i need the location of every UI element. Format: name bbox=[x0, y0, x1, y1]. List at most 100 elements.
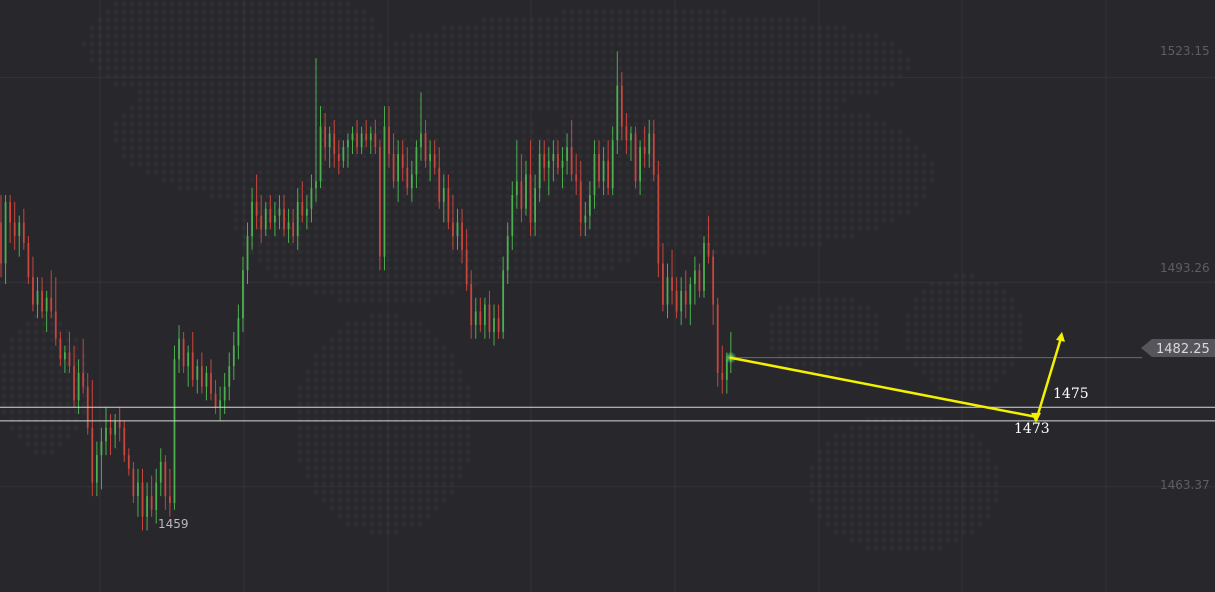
map-dot bbox=[977, 513, 983, 519]
map-dot bbox=[825, 489, 831, 495]
candle bbox=[378, 140, 381, 271]
map-dot bbox=[681, 185, 687, 191]
map-dot bbox=[1001, 329, 1007, 335]
candle-body bbox=[689, 284, 692, 305]
map-dot bbox=[913, 457, 919, 463]
map-dot bbox=[273, 169, 279, 175]
map-dot bbox=[745, 177, 751, 183]
map-dot bbox=[849, 49, 855, 55]
map-dot bbox=[345, 9, 351, 15]
arrowhead-up bbox=[1056, 331, 1065, 342]
map-dot bbox=[409, 393, 415, 399]
map-dot bbox=[897, 489, 903, 495]
map-dot bbox=[745, 89, 751, 95]
map-dot bbox=[249, 57, 255, 63]
candle-body bbox=[721, 372, 724, 380]
map-dot bbox=[249, 17, 255, 23]
candle-body bbox=[114, 420, 117, 435]
map-dot bbox=[233, 81, 239, 87]
map-dot bbox=[425, 513, 431, 519]
map-dot bbox=[353, 217, 359, 223]
map-dot bbox=[633, 209, 639, 215]
map-dot bbox=[409, 273, 415, 279]
candle-body bbox=[228, 366, 231, 387]
map-dot bbox=[593, 233, 599, 239]
candle bbox=[173, 345, 176, 510]
candle bbox=[698, 263, 701, 298]
map-dot bbox=[441, 249, 447, 255]
map-dot bbox=[417, 209, 423, 215]
map-dot bbox=[225, 9, 231, 15]
map-dot bbox=[681, 177, 687, 183]
map-dot bbox=[889, 161, 895, 167]
price-chart[interactable]: 1523.15 1493.26 1463.37 1459 1475 1473 1… bbox=[0, 0, 1215, 592]
map-dot bbox=[753, 241, 759, 247]
map-dot bbox=[321, 153, 327, 159]
map-dot bbox=[873, 473, 879, 479]
map-dot bbox=[881, 169, 887, 175]
map-dot bbox=[513, 169, 519, 175]
map-dot bbox=[201, 105, 207, 111]
map-dot bbox=[817, 121, 823, 127]
map-dot bbox=[369, 25, 375, 31]
map-dot bbox=[393, 457, 399, 463]
map-dot bbox=[769, 185, 775, 191]
map-dot bbox=[881, 537, 887, 543]
map-dot bbox=[705, 49, 711, 55]
candle bbox=[150, 475, 153, 517]
map-dot bbox=[449, 257, 455, 263]
map-dot bbox=[601, 249, 607, 255]
map-dot bbox=[865, 425, 871, 431]
map-dot bbox=[361, 457, 367, 463]
map-dot bbox=[153, 65, 159, 71]
map-dot bbox=[969, 521, 975, 527]
map-dot bbox=[337, 41, 343, 47]
map-dot bbox=[321, 465, 327, 471]
map-dot bbox=[745, 25, 751, 31]
map-dot bbox=[929, 489, 935, 495]
map-dot bbox=[193, 89, 199, 95]
map-dot bbox=[329, 473, 335, 479]
map-dot bbox=[633, 113, 639, 119]
map-dot bbox=[169, 41, 175, 47]
map-dot bbox=[569, 9, 575, 15]
map-dot bbox=[409, 385, 415, 391]
map-dot bbox=[425, 329, 431, 335]
map-dot bbox=[257, 233, 263, 239]
map-dot bbox=[441, 33, 447, 39]
map-dot bbox=[361, 217, 367, 223]
candle-body bbox=[305, 208, 308, 216]
map-dot bbox=[577, 57, 583, 63]
map-dot bbox=[625, 81, 631, 87]
map-dot bbox=[345, 49, 351, 55]
map-dot bbox=[289, 49, 295, 55]
map-dot bbox=[537, 41, 543, 47]
map-dot bbox=[873, 121, 879, 127]
map-dot bbox=[769, 65, 775, 71]
map-dot bbox=[793, 177, 799, 183]
map-dot bbox=[153, 169, 159, 175]
map-dot bbox=[873, 201, 879, 207]
map-dot bbox=[369, 321, 375, 327]
map-dot bbox=[401, 169, 407, 175]
map-dot bbox=[937, 473, 943, 479]
map-dot bbox=[833, 217, 839, 223]
map-dot bbox=[905, 329, 911, 335]
map-dot bbox=[633, 249, 639, 255]
map-dot bbox=[273, 97, 279, 103]
map-dot bbox=[809, 129, 815, 135]
map-dot bbox=[233, 25, 239, 31]
map-dot bbox=[481, 129, 487, 135]
map-dot bbox=[401, 145, 407, 151]
map-dot bbox=[417, 177, 423, 183]
map-dot bbox=[449, 193, 455, 199]
map-dot bbox=[977, 313, 983, 319]
map-dot bbox=[257, 65, 263, 71]
map-dot bbox=[881, 457, 887, 463]
map-dot bbox=[481, 193, 487, 199]
map-dot bbox=[313, 401, 319, 407]
map-dot bbox=[417, 425, 423, 431]
map-dot bbox=[353, 385, 359, 391]
map-dot bbox=[289, 1, 295, 7]
map-dot bbox=[409, 409, 415, 415]
